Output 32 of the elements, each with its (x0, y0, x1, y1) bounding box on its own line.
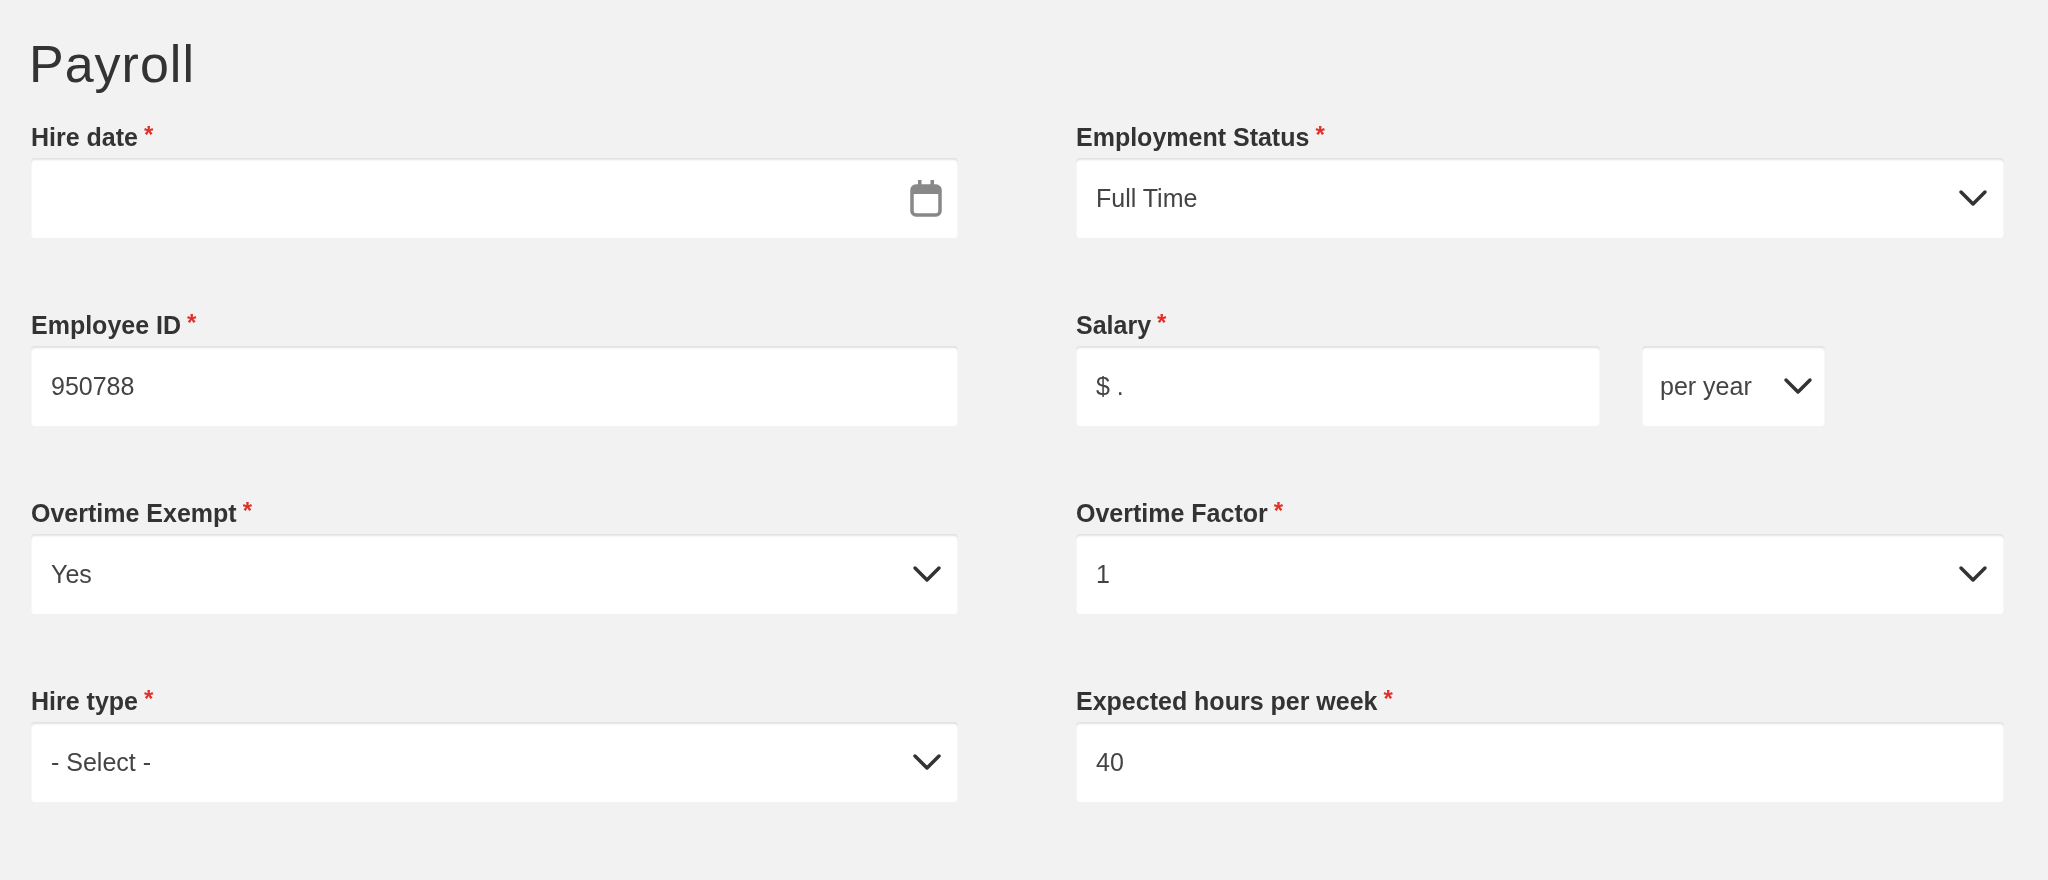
date-field[interactable] (31, 158, 958, 238)
calendar-icon (910, 179, 942, 217)
required-asterisk: * (1273, 498, 1284, 524)
chevron-down-icon (1958, 189, 1988, 207)
chevron-down-icon (912, 753, 942, 771)
field-label: Overtime Factor (1076, 498, 1268, 528)
required-asterisk: * (144, 686, 154, 712)
field-label: Overtime Exempt (31, 498, 237, 528)
field-label: Expected hours per week (1076, 686, 1378, 716)
field-label: Employment Status (1076, 122, 1310, 152)
required-asterisk: * (187, 310, 197, 336)
input-field[interactable]: $ . (1076, 346, 1600, 426)
chevron-down-icon (1958, 565, 1988, 583)
field-label: Hire type (31, 686, 138, 716)
select-field[interactable]: Full Time (1076, 158, 2004, 238)
select-field[interactable]: - Select - (31, 722, 958, 802)
required-asterisk: * (242, 498, 252, 524)
chevron-down-icon (1783, 377, 1813, 395)
select-field[interactable]: Yes (31, 534, 958, 614)
required-asterisk: * (1383, 686, 1393, 712)
input-field[interactable]: 40 (1076, 722, 2004, 802)
field-label: Salary (1076, 310, 1152, 340)
section-title: Payroll (29, 34, 196, 95)
field-label: Hire date (31, 122, 138, 152)
required-asterisk: * (1157, 310, 1167, 336)
required-asterisk: * (1315, 122, 1325, 148)
input-field[interactable]: 950788 (31, 346, 958, 426)
chevron-down-icon (912, 565, 942, 583)
required-asterisk: * (144, 122, 154, 148)
select-field[interactable]: per year (1642, 346, 1825, 426)
field-label: Employee ID (31, 310, 182, 340)
select-field[interactable]: 1 (1076, 534, 2004, 614)
